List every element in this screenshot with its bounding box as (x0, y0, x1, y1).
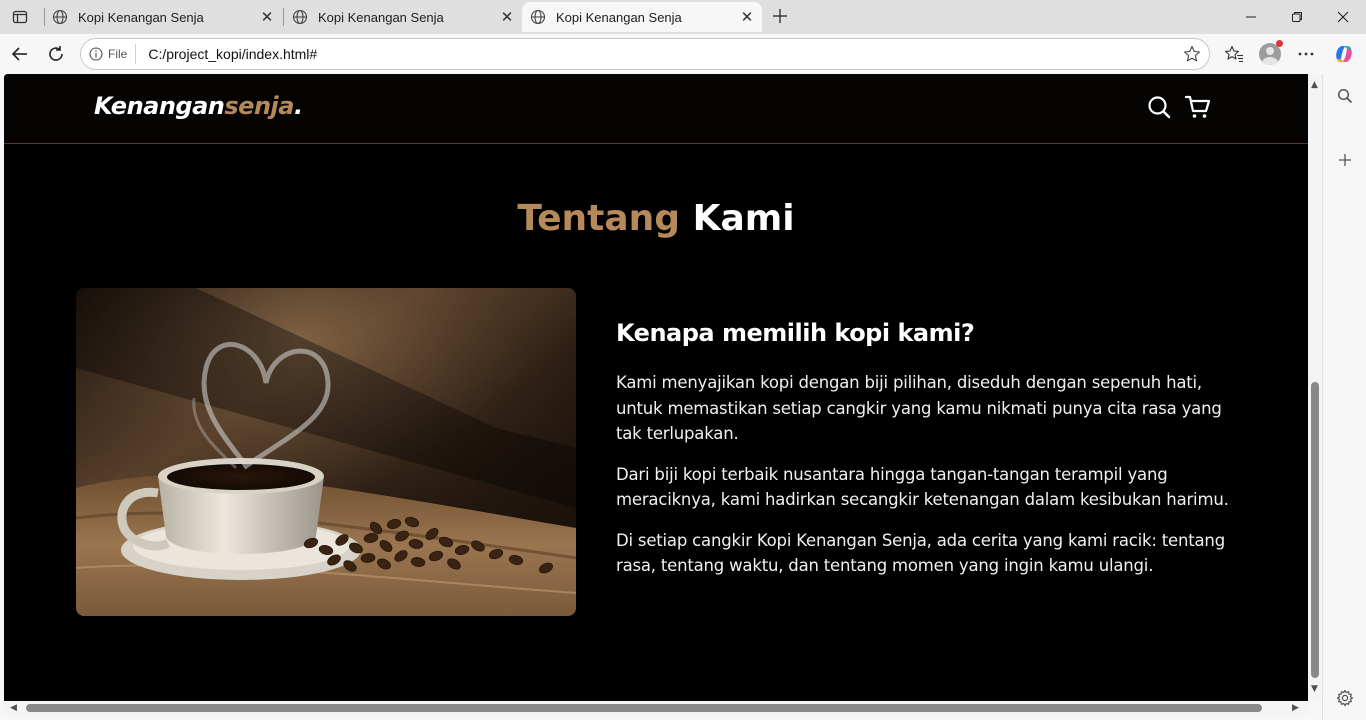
tab-close-icon[interactable]: ✕ (740, 9, 754, 26)
about-paragraph-1: Kami menyajikan kopi dengan biji pilihan… (616, 373, 1222, 443)
logo-accent: senja (224, 92, 294, 120)
globe-icon (52, 9, 68, 25)
restore-button[interactable] (1274, 0, 1320, 34)
notification-dot (1276, 40, 1283, 47)
site-navbar: Kenangansenja. (4, 74, 1308, 144)
refresh-button[interactable] (44, 42, 68, 66)
tab-actions-icon (12, 10, 28, 24)
scroll-left-icon[interactable]: ◀ (10, 703, 17, 713)
browser-tab-3-active[interactable]: Kopi Kenangan Senja ✕ (522, 2, 762, 32)
coffee-cup-image (76, 288, 576, 616)
plus-icon (1339, 154, 1351, 166)
search-icon (1337, 88, 1353, 104)
close-window-button[interactable] (1320, 0, 1366, 34)
more-horizontal-icon (1298, 52, 1314, 56)
browser-toolbar: File C:/project_kopi/index.html# (0, 34, 1366, 74)
site-info-button[interactable]: File (89, 44, 137, 64)
profile-button[interactable] (1258, 40, 1283, 66)
back-arrow-icon (11, 47, 27, 61)
restore-icon (1292, 12, 1302, 22)
more-menu-button[interactable] (1294, 42, 1318, 66)
page-viewport: Kenangansenja. Tentang Kami Kenapa memil… (4, 74, 1308, 701)
new-tab-button[interactable] (768, 4, 792, 28)
address-bar[interactable]: File C:/project_kopi/index.html# (80, 38, 1210, 70)
site-logo[interactable]: Kenangansenja. (94, 92, 303, 120)
cart-icon[interactable] (1184, 94, 1212, 120)
sidebar-add-button[interactable] (1333, 148, 1357, 172)
vertical-scrollbar[interactable]: ▲ ▼ (1308, 74, 1322, 701)
scheme-label: File (108, 47, 128, 61)
tab-close-icon[interactable]: ✕ (500, 9, 514, 26)
favorites-button[interactable] (1222, 42, 1246, 66)
search-icon[interactable] (1146, 94, 1172, 120)
about-paragraph-3: Di setiap cangkir Kopi Kenangan Senja, a… (616, 530, 1225, 576)
tab-close-icon[interactable]: ✕ (260, 9, 274, 26)
tab-title: Kopi Kenangan Senja (556, 9, 682, 25)
logo-dot: . (293, 92, 303, 120)
info-icon (89, 47, 103, 61)
favorite-button[interactable] (1183, 45, 1201, 66)
gear-icon (1336, 689, 1354, 707)
about-content: Kenapa memilih kopi kami? Kami menyajika… (616, 316, 1236, 594)
tab-title: Kopi Kenangan Senja (318, 9, 444, 25)
close-icon (1337, 11, 1349, 23)
plus-icon (773, 9, 787, 23)
globe-icon (292, 9, 308, 25)
vertical-scroll-thumb[interactable] (1311, 382, 1319, 678)
scroll-down-icon[interactable]: ▼ (1311, 684, 1318, 694)
copilot-button[interactable] (1332, 42, 1356, 66)
scroll-right-icon[interactable]: ▶ (1292, 703, 1299, 713)
tab-actions-button[interactable] (8, 6, 32, 28)
browser-tab-1[interactable]: Kopi Kenangan Senja ✕ (44, 2, 282, 32)
sidebar-search-button[interactable] (1333, 84, 1357, 108)
about-heading: Kenapa memilih kopi kami? (616, 319, 975, 347)
scroll-up-icon[interactable]: ▲ (1311, 80, 1318, 90)
title-accent: Tentang (517, 198, 681, 239)
tab-title: Kopi Kenangan Senja (78, 9, 204, 25)
star-icon (1183, 45, 1201, 62)
minimize-icon (1246, 16, 1256, 18)
about-paragraph-2: Dari biji kopi terbaik nusantara hingga … (616, 464, 1229, 510)
horizontal-scrollbar[interactable]: ◀ ▶ (4, 701, 1308, 715)
sidebar-settings-button[interactable] (1333, 686, 1357, 710)
globe-icon (530, 9, 546, 25)
copilot-icon (1336, 46, 1352, 62)
section-title: Tentang Kami (4, 198, 1308, 239)
url-text[interactable]: C:/project_kopi/index.html# (148, 46, 317, 62)
horizontal-scroll-thumb[interactable] (26, 704, 1262, 712)
browser-tab-2[interactable]: Kopi Kenangan Senja ✕ (284, 2, 522, 32)
logo-main: Kenangan (94, 92, 225, 120)
favorites-icon (1224, 45, 1243, 63)
refresh-icon (49, 46, 63, 61)
minimize-button[interactable] (1228, 0, 1274, 34)
about-image (76, 288, 576, 616)
title-main: Kami (692, 198, 795, 239)
browser-sidebar (1322, 74, 1366, 720)
browser-tab-bar: Kopi Kenangan Senja ✕ Kopi Kenangan Senj… (0, 0, 1366, 34)
back-button[interactable] (8, 42, 32, 66)
